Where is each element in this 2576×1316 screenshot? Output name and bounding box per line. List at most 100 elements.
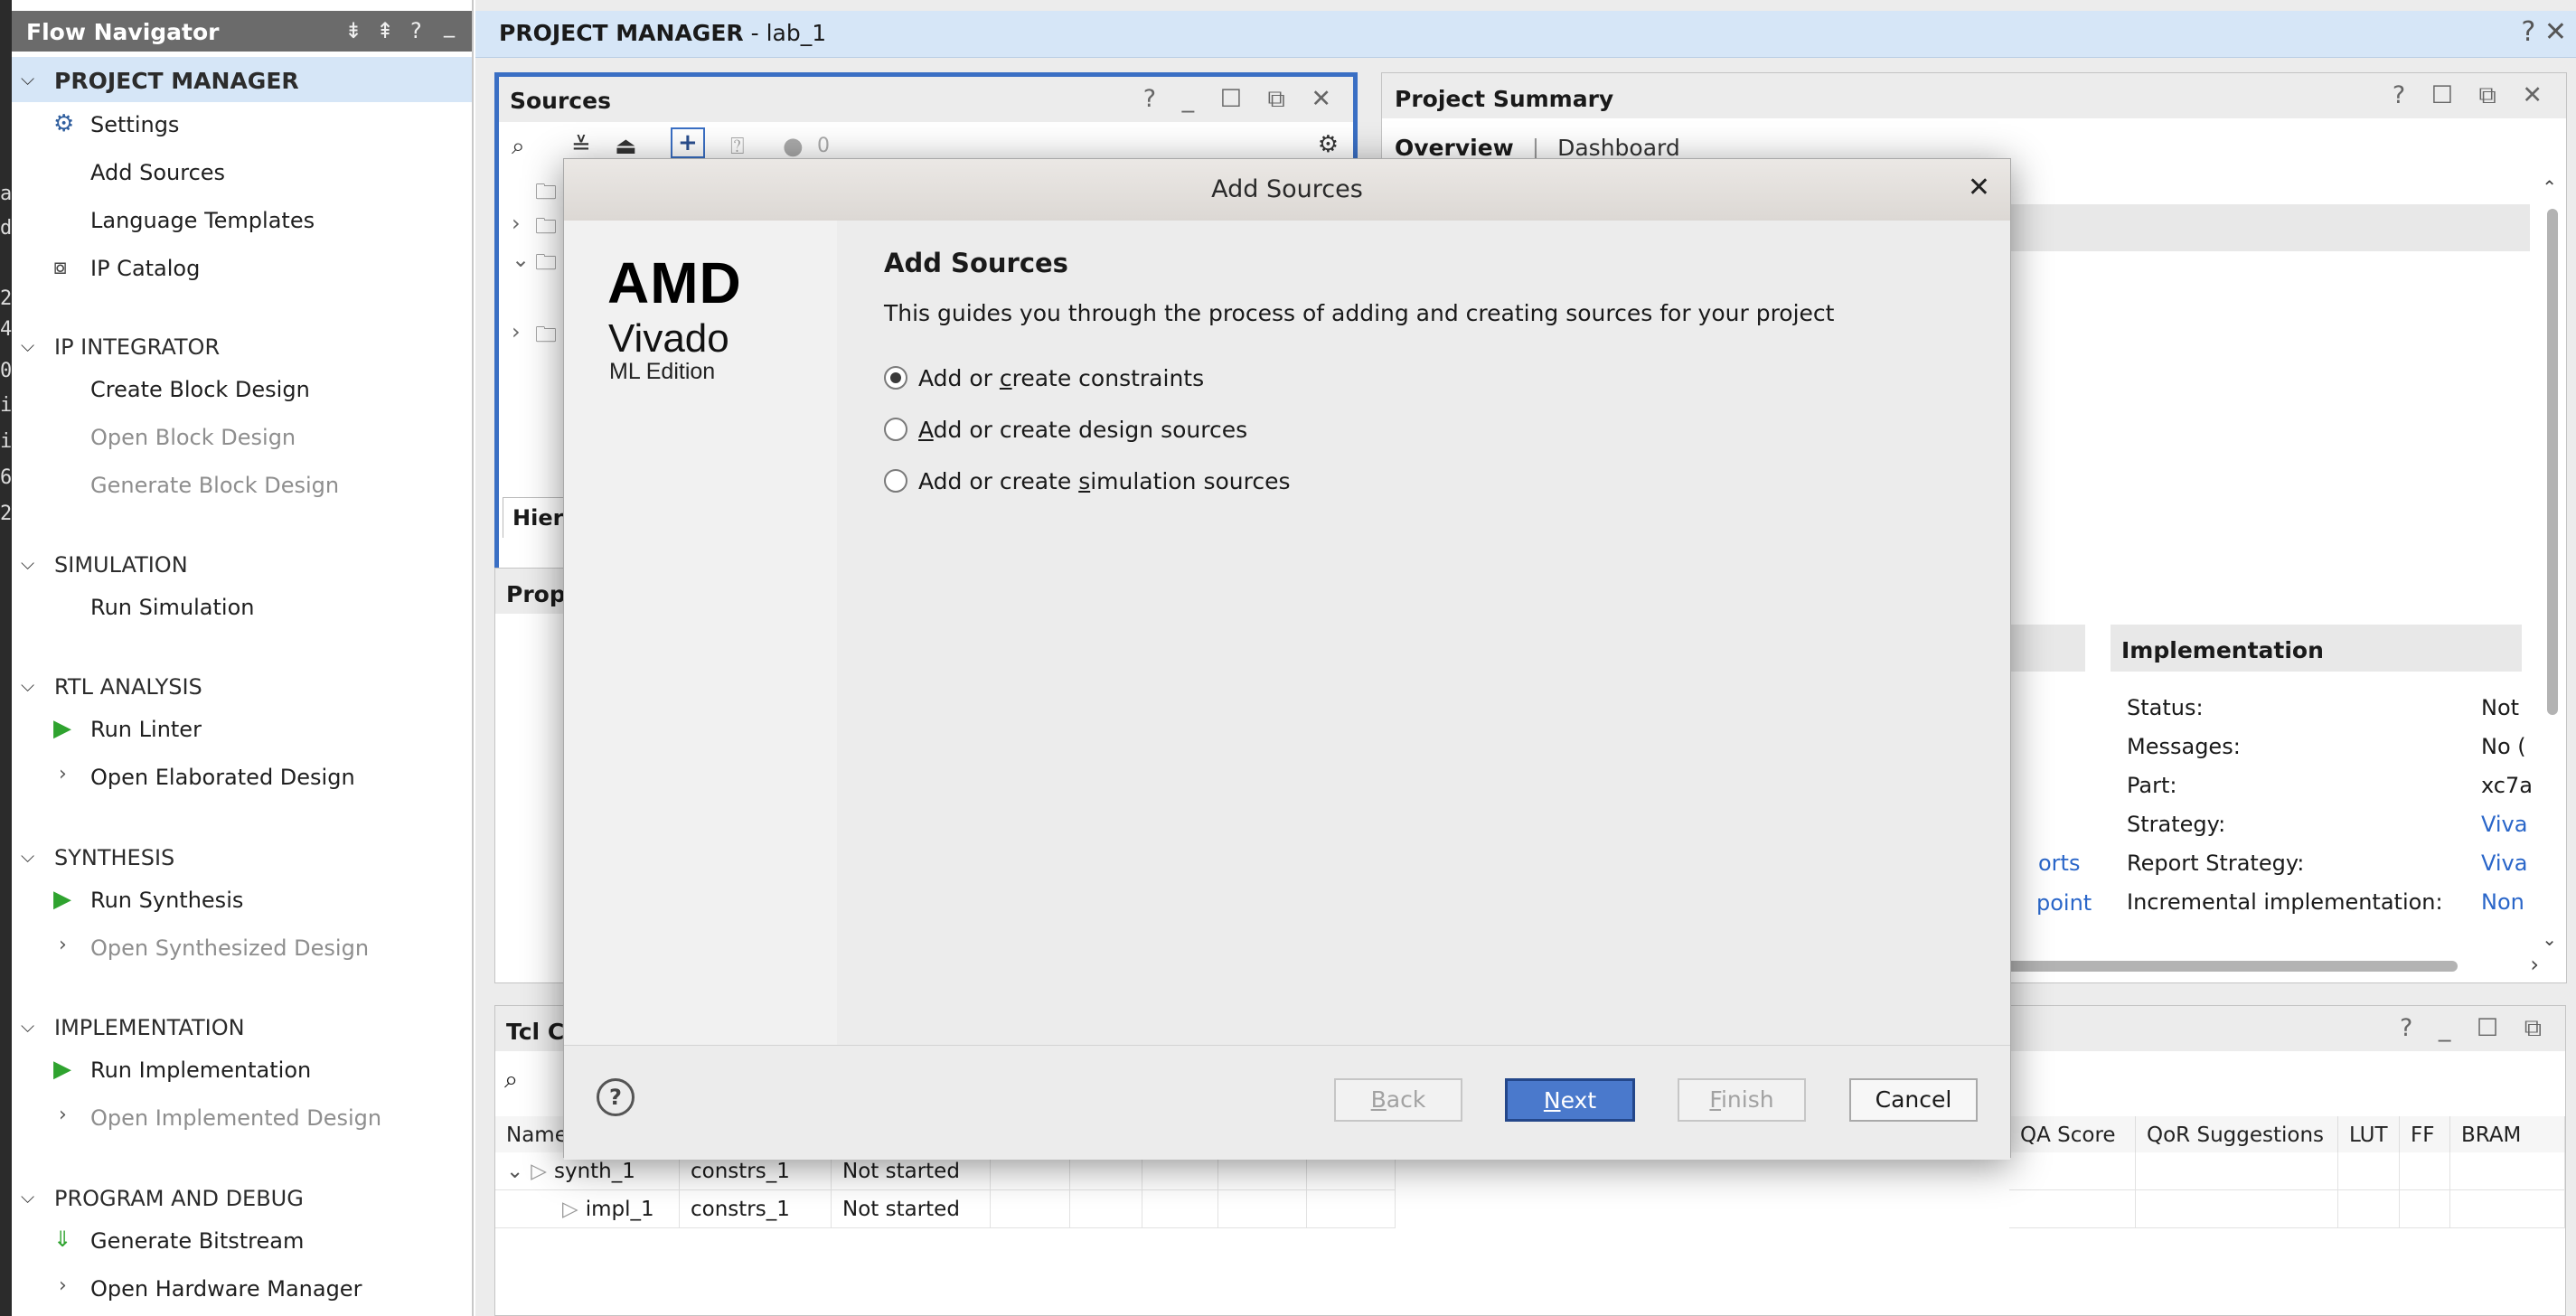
nav-item-run-simulation[interactable]: Run Simulation [12,584,472,629]
radio-label: Add or create design sources [918,417,1248,443]
nav-item-add-sources[interactable]: Add Sources [12,149,472,194]
nav-item-open-hardware-manager[interactable]: › Open Hardware Manager [12,1265,472,1311]
section-implementation[interactable]: ⌵ IMPLEMENTATION [12,1004,472,1049]
sources-title: Sources [510,88,611,114]
dialog-heading: Add Sources [884,248,1068,278]
minimize-icon[interactable]: _ [444,13,455,38]
chevron-down-icon[interactable]: ⌄ [512,247,530,272]
section-label: PROJECT MANAGER [54,68,299,94]
unknown-icon[interactable]: ⍰ [730,133,745,161]
scroll-right-icon[interactable]: › [2530,952,2539,977]
edge-char: 2 [0,287,12,310]
nav-item-run-synthesis[interactable]: ▶ Run Synthesis [12,877,472,922]
close-icon[interactable]: ✕ [1968,172,1990,203]
horizontal-scrollbar[interactable] [1970,961,2458,972]
section-rtl-analysis[interactable]: ⌵ RTL ANALYSIS [12,663,472,709]
radio-button[interactable] [884,469,907,493]
sources-header: Sources ? _ ☐ ⧉ ✕ [499,77,1353,122]
back-button[interactable]: Back [1334,1078,1462,1122]
help-icon[interactable]: ? [410,18,422,43]
ip-catalog-icon: ⧇ [53,254,68,279]
nav-item-create-block-design[interactable]: Create Block Design [12,366,472,411]
panel-tools[interactable]: ? _ ☐ ⧉ [2400,1014,2551,1043]
impl-incremental-link[interactable]: Non [2481,889,2524,915]
expand-all-icon[interactable]: ⇞ [376,18,394,43]
empty-cell [991,1190,1070,1228]
nav-item-language-templates[interactable]: Language Templates [12,197,472,242]
checkpoint-link[interactable]: point [2036,890,2092,916]
empty-cell [2009,1152,2136,1190]
nav-item-settings[interactable]: ⚙ Settings [12,101,472,146]
nav-item-label: Generate Block Design [90,473,340,498]
brand-panel: AMD Vivado ML Edition [564,221,837,1045]
nav-item-run-implementation[interactable]: ▶ Run Implementation [12,1047,472,1092]
expand-all-icon[interactable]: ⏏ [615,133,637,160]
section-project-manager[interactable]: ⌵ PROJECT MANAGER [12,57,472,102]
section-synthesis[interactable]: ⌵ SYNTHESIS [12,834,472,879]
column-qa-score[interactable]: QA Score [2009,1116,2136,1152]
summary-header: Project Summary ? ☐ ⧉ ✕ [1382,73,2566,118]
panel-tools[interactable]: ? ☐ ⧉ ✕ [2393,81,2552,110]
search-icon[interactable]: ⌕ [512,133,525,161]
section-label: IMPLEMENTATION [54,1015,245,1040]
radio-add-simulation-sources[interactable]: Add or create simulation sources [884,461,1336,501]
nav-item-open-synthesized-design[interactable]: › Open Synthesized Design [12,925,472,970]
section-ip-integrator[interactable]: ⌵ IP INTEGRATOR [12,324,472,369]
reports-link[interactable]: orts [2038,851,2080,876]
gear-icon[interactable]: ⚙ [1318,131,1339,158]
section-label: PROGRAM AND DEBUG [54,1186,304,1211]
search-icon[interactable]: ⌕ [504,1066,518,1095]
radio-button[interactable] [884,418,907,441]
finish-button[interactable]: Finish [1678,1078,1806,1122]
panel-tools[interactable]: ? _ ☐ ⧉ ✕ [1143,85,1340,114]
nav-item-ip-catalog[interactable]: ⧇ IP Catalog [12,245,472,290]
nav-item-open-elaborated-design[interactable]: › Open Elaborated Design [12,754,472,799]
add-sources-icon[interactable]: + [671,127,705,158]
nav-item-label: Run Simulation [90,595,255,620]
section-program-and-debug[interactable]: ⌵ PROGRAM AND DEBUG [12,1175,472,1220]
cancel-button[interactable]: Cancel [1849,1078,1978,1122]
radio-button-selected[interactable] [884,366,907,390]
nav-item-open-implemented-design[interactable]: › Open Implemented Design [12,1095,472,1140]
section-label: RTL ANALYSIS [54,674,202,700]
collapse-all-icon[interactable]: ⇟ [344,18,362,43]
column-ff[interactable]: FF [2400,1116,2450,1152]
play-icon: ▶ [53,715,71,742]
collapse-all-icon[interactable]: ≚ [571,133,591,160]
runs-title: Tcl C [506,1019,565,1045]
status-dot-icon: ● [783,133,804,160]
dialog-titlebar[interactable]: Add Sources ✕ [564,159,2010,221]
column-lut[interactable]: LUT [2338,1116,2400,1152]
impl-strategy-link[interactable]: Viva [2481,812,2527,837]
section-simulation[interactable]: ⌵ SIMULATION [12,541,472,587]
nav-item-generate-block-design[interactable]: Generate Block Design [12,462,472,507]
desktop-edge: a d 2 4 0 i i 6 2 [0,0,12,1316]
scroll-up-icon[interactable]: ⌃ [2542,176,2557,198]
chevron-right-icon[interactable]: › [512,319,521,344]
nav-item-generate-bitstream[interactable]: ⇓ Generate Bitstream [12,1217,472,1263]
edge-char: 2 [0,503,12,525]
column-bram[interactable]: BRAM [2450,1116,2565,1152]
play-icon: ▶ [53,886,71,913]
scroll-down-icon[interactable]: ⌄ [2542,928,2557,950]
vertical-scrollbar[interactable] [2547,209,2558,715]
bitstream-icon: ⇓ [53,1227,72,1252]
flow-navigator-title: Flow Navigator [26,19,220,45]
chevron-right-icon[interactable]: › [512,211,521,236]
table-row[interactable]: ▷ impl_1 [495,1190,680,1228]
radio-add-constraints[interactable]: Add or create constraints [884,358,1336,398]
impl-report-strategy-link[interactable]: Viva [2481,851,2527,876]
radio-add-design-sources[interactable]: Add or create design sources [884,409,1336,449]
nav-item-label: Settings [90,112,180,137]
help-icon[interactable]: ? [597,1078,635,1116]
impl-status-value: Not [2481,695,2520,720]
tab-dashboard[interactable]: Dashboard [1557,135,1680,161]
tab-overview[interactable]: Overview [1395,135,1514,161]
window-tools[interactable]: ? ✕ [2521,16,2567,48]
nav-item-open-block-design[interactable]: Open Block Design [12,414,472,459]
column-qor-suggestions[interactable]: QoR Suggestions [2136,1116,2338,1152]
amd-logo: AMD [607,250,742,315]
next-button[interactable]: Next [1505,1078,1635,1122]
nav-item-run-linter[interactable]: ▶ Run Linter [12,706,472,751]
chevron-down-icon: ⌵ [21,334,35,356]
